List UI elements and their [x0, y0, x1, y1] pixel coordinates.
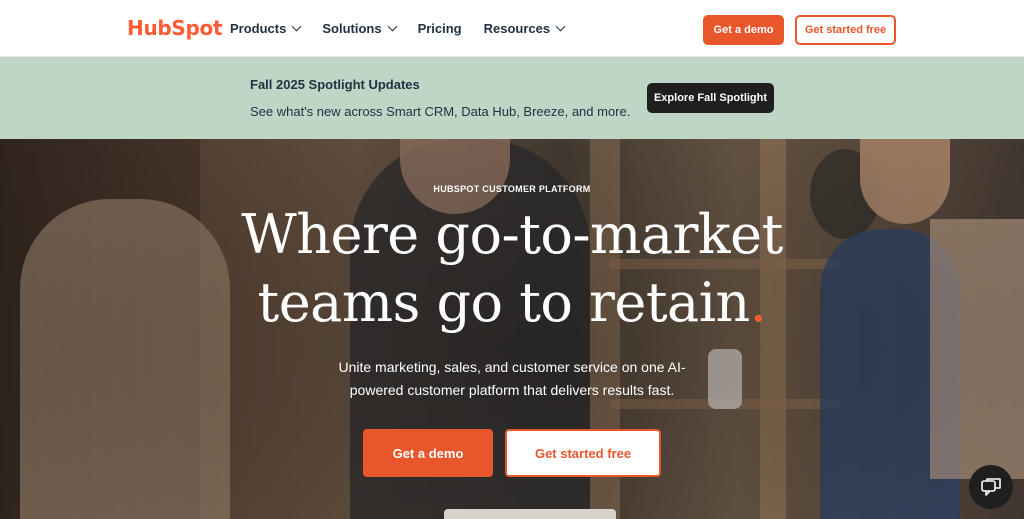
chat-button[interactable] [969, 465, 1013, 509]
chevron-down-icon [387, 21, 398, 32]
nav-item-label: Products [230, 21, 287, 36]
nav-get-started-free-button[interactable]: Get started free [795, 15, 896, 45]
nav-item-label: Solutions [322, 21, 382, 36]
hubspot-logo[interactable]: HubSpot [127, 16, 223, 40]
nav-item-solutions[interactable]: Solutions [322, 21, 398, 36]
nav-item-label: Resources [483, 21, 551, 36]
chevron-down-icon [555, 21, 566, 32]
nav-item-label: Pricing [417, 21, 462, 36]
nav-item-pricing[interactable]: Pricing [418, 21, 462, 36]
hero-headline: Where go-to-market teams go to retain. [0, 201, 1024, 337]
banner-text: See what's new across Smart CRM, Data Hu… [250, 104, 631, 119]
headline-line-1: Where go-to-market [241, 203, 783, 266]
headline-accent-dot: . [749, 271, 767, 334]
hero-get-started-free-button[interactable]: Get started free [505, 429, 661, 477]
nav-get-demo-button[interactable]: Get a demo [703, 15, 784, 45]
headline-line-2: teams go to retain. [0, 269, 1024, 337]
laptop-image [444, 509, 616, 519]
nav-item-resources[interactable]: Resources [483, 21, 566, 36]
nav-item-products[interactable]: Products [230, 21, 302, 36]
spotlight-banner: Fall 2025 Spotlight Updates See what's n… [0, 57, 1024, 139]
headline-line-2-text: teams go to retain [257, 271, 751, 334]
hero-section: HUBSPOT CUSTOMER PLATFORM Where go-to-ma… [0, 139, 1024, 519]
explore-spotlight-button[interactable]: Explore Fall Spotlight [647, 83, 774, 113]
chevron-down-icon [291, 21, 302, 32]
nav-menu: Products Solutions Pricing Resources [230, 0, 566, 57]
chat-icon [981, 478, 1001, 496]
hero-get-demo-button[interactable]: Get a demo [363, 429, 493, 477]
banner-title: Fall 2025 Spotlight Updates [250, 77, 420, 92]
hero-eyebrow: HUBSPOT CUSTOMER PLATFORM [433, 184, 591, 194]
top-nav: HubSpot Products Solutions Pricing Resou… [0, 0, 1024, 57]
hero-subtext: Unite marketing, sales, and customer ser… [338, 359, 686, 398]
